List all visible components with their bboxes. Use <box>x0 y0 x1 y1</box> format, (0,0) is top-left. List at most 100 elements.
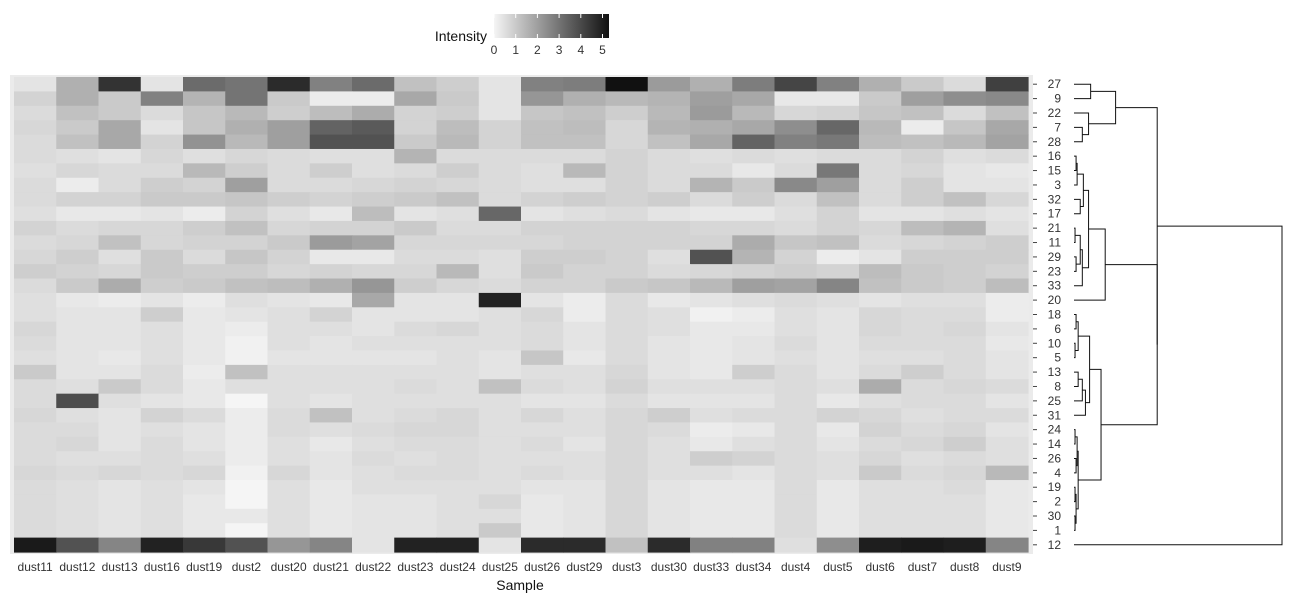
heat-cell <box>647 379 691 395</box>
heat-cell <box>605 436 649 452</box>
y-tick-label: 6 <box>1054 322 1061 336</box>
heat-cell <box>732 537 776 553</box>
heat-cell <box>859 134 902 150</box>
heat-cell <box>183 408 226 424</box>
heat-cell <box>98 523 142 539</box>
heat-cell <box>647 350 691 366</box>
heat-cell <box>774 264 818 280</box>
heat-cell <box>605 336 649 352</box>
heat-cell <box>98 350 142 366</box>
heat-cell <box>394 451 438 467</box>
heat-cell <box>816 451 860 467</box>
heat-cell <box>394 148 438 164</box>
heat-cell <box>309 120 353 136</box>
heat-cell <box>521 523 564 539</box>
heat-cell <box>690 77 733 92</box>
heat-cell <box>56 379 100 395</box>
y-tick-label: 1 <box>1054 523 1061 537</box>
heat-cell <box>14 91 57 107</box>
heat-cell <box>732 249 776 265</box>
heat-cell <box>901 220 945 236</box>
heat-cell <box>478 307 522 323</box>
heat-cell <box>309 105 353 121</box>
heat-cell <box>309 206 353 222</box>
heat-cell <box>478 508 522 524</box>
heat-cell <box>183 307 226 323</box>
heat-cell <box>183 336 226 352</box>
heat-cell <box>859 163 902 179</box>
heat-cell <box>183 220 226 236</box>
heat-cell <box>605 321 649 337</box>
heat-cell <box>225 278 269 294</box>
heat-cell <box>859 278 902 294</box>
heat-cell <box>985 494 1029 510</box>
heat-cell <box>436 393 480 409</box>
heat-cell <box>563 91 607 107</box>
heat-cell <box>267 408 311 424</box>
heat-cell <box>732 379 776 395</box>
heat-cell <box>859 422 902 438</box>
heat-cell <box>901 537 945 553</box>
heat-cell <box>605 379 649 395</box>
heat-cell <box>140 336 184 352</box>
heat-cell <box>267 336 311 352</box>
heat-cell <box>774 336 818 352</box>
heat-cell <box>394 264 438 280</box>
heat-cell <box>521 292 564 308</box>
heat-cell <box>267 177 311 193</box>
heat-cell <box>816 336 860 352</box>
heat-cell <box>901 120 945 136</box>
heat-cell <box>943 120 987 136</box>
heat-cell <box>436 523 480 539</box>
heat-cell <box>943 379 987 395</box>
heat-cell <box>394 364 438 380</box>
dendrogram-branch <box>1074 83 1092 100</box>
heat-cell <box>140 91 184 107</box>
heat-cell <box>309 148 353 164</box>
y-tick-label: 28 <box>1048 135 1062 149</box>
heat-cell <box>98 393 142 409</box>
heat-cell <box>521 364 564 380</box>
heat-cell <box>774 235 818 251</box>
heat-cell <box>56 192 100 208</box>
heat-cell <box>690 249 733 265</box>
heat-cell <box>309 278 353 294</box>
heat-cell <box>647 264 691 280</box>
heat-cell <box>605 422 649 438</box>
heat-cell <box>183 350 226 366</box>
heat-cell <box>943 177 987 193</box>
heat-cell <box>605 163 649 179</box>
heat-cell <box>943 336 987 352</box>
heat-cell <box>14 77 57 92</box>
heat-cell <box>98 364 142 380</box>
heat-cell <box>352 436 395 452</box>
heat-cell <box>225 364 269 380</box>
heat-cell <box>436 508 480 524</box>
heat-cell <box>816 206 860 222</box>
heat-cell <box>267 393 311 409</box>
heat-cell <box>14 105 57 121</box>
heat-cell <box>478 163 522 179</box>
heat-cell <box>183 393 226 409</box>
heat-cell <box>774 120 818 136</box>
heat-cell <box>901 408 945 424</box>
heat-cell <box>901 292 945 308</box>
heat-cell <box>985 278 1029 294</box>
heatmap-cells <box>10 75 1033 554</box>
heat-cell <box>690 148 733 164</box>
heat-cell <box>521 336 564 352</box>
heat-cell <box>985 105 1029 121</box>
heat-cell <box>774 105 818 121</box>
heat-cell <box>563 350 607 366</box>
heat-cell <box>563 148 607 164</box>
heat-cell <box>816 307 860 323</box>
heat-cell <box>943 206 987 222</box>
heat-cell <box>732 292 776 308</box>
heat-cell <box>183 494 226 510</box>
heat-cell <box>225 480 269 496</box>
heat-cell <box>901 508 945 524</box>
heat-cell <box>140 523 184 539</box>
dendrogram-branch <box>1074 227 1076 244</box>
dendrogram-branch <box>1074 162 1078 186</box>
heat-cell <box>901 523 945 539</box>
